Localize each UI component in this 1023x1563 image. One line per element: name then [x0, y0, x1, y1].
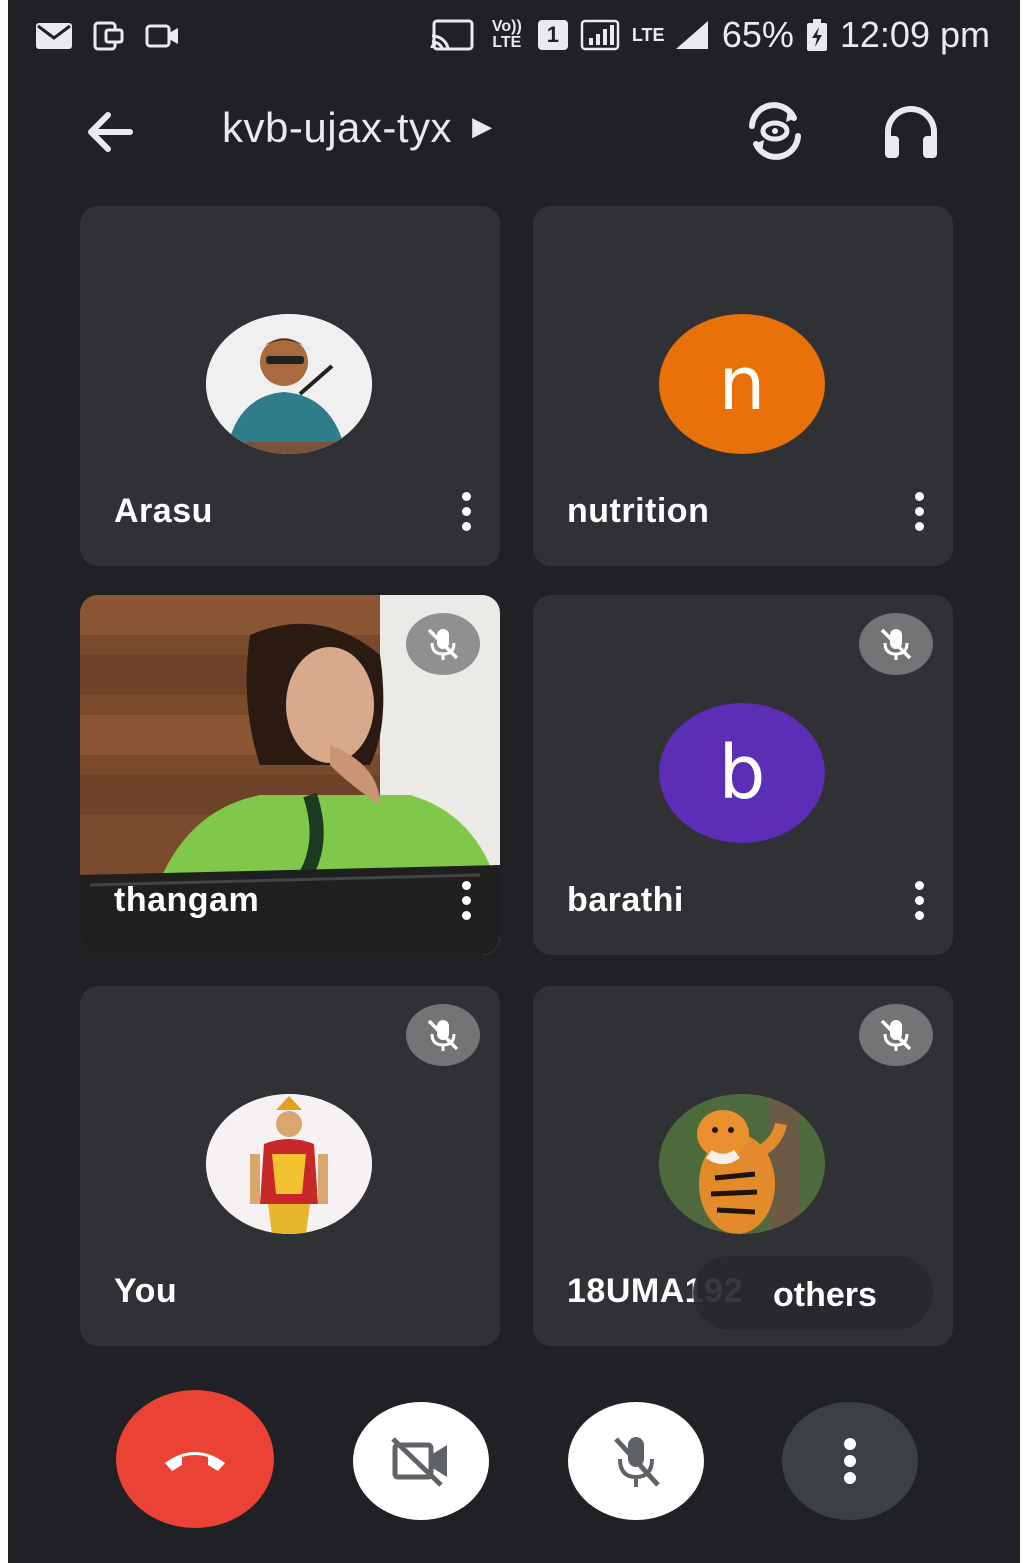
participant-name: barathi — [567, 881, 684, 919]
more-options-icon[interactable] — [909, 881, 929, 925]
deity-photo-icon — [206, 1094, 372, 1234]
mic-off-icon — [427, 628, 459, 660]
participant-tile[interactable]: Arasu — [80, 206, 500, 566]
cell-signal-icon — [675, 21, 708, 49]
hang-up-icon — [165, 1452, 225, 1471]
more-options-icon[interactable] — [456, 881, 476, 925]
app-bar: kvb-ujax-tyx ▶ — [8, 88, 1020, 178]
person-photo-icon — [206, 314, 372, 454]
more-vert-icon — [844, 1438, 856, 1484]
avatar: b — [659, 703, 825, 843]
headphones-icon[interactable] — [878, 98, 944, 164]
more-options-icon[interactable] — [909, 492, 929, 536]
back-arrow-icon[interactable] — [80, 102, 140, 162]
mic-toggle-button[interactable] — [568, 1402, 704, 1520]
mic-off-icon — [880, 1019, 912, 1051]
clock: 12:09 pm — [839, 14, 990, 55]
mic-off-badge — [406, 1004, 480, 1066]
mic-off-icon — [614, 1437, 660, 1487]
avatar: n — [659, 314, 825, 454]
lte-icon: LTE — [631, 24, 665, 45]
participant-tile[interactable]: thangam — [80, 595, 500, 955]
tiger-photo-icon — [659, 1094, 825, 1234]
mail-icon — [36, 23, 72, 49]
participant-name: Arasu — [114, 492, 213, 530]
others-label: others — [773, 1276, 877, 1314]
battery-percent: 65% — [721, 14, 794, 55]
avatar — [659, 1094, 825, 1234]
participant-tile[interactable]: b barathi — [533, 595, 953, 955]
caret-right-icon: ▶ — [472, 111, 493, 142]
meet-screen: Vo)) LTE 1 LTE 65% 12:09 pm kvb-ujax-tyx… — [8, 0, 1020, 1563]
participant-tile[interactable]: 18UMA192 others — [533, 986, 953, 1346]
status-right-icons: Vo)) LTE 1 LTE 65% 12:09 pm — [430, 14, 990, 56]
status-bar: Vo)) LTE 1 LTE 65% 12:09 pm — [8, 0, 1020, 70]
end-call-button[interactable] — [116, 1390, 274, 1528]
participant-name: You — [114, 1272, 178, 1310]
camera-off-icon — [391, 1437, 447, 1487]
avatar-letter: b — [718, 730, 766, 816]
mic-off-badge — [406, 613, 480, 675]
more-options-button[interactable] — [782, 1402, 918, 1520]
participant-tile[interactable]: n nutrition — [533, 206, 953, 566]
video-notification-icon — [145, 24, 178, 48]
participant-tile[interactable]: You — [80, 986, 500, 1346]
mic-off-badge — [859, 613, 933, 675]
meeting-code-button[interactable]: kvb-ujax-tyx ▶ — [222, 104, 493, 152]
avatar — [206, 314, 372, 454]
signal-bars-icon — [580, 19, 620, 51]
meeting-code: kvb-ujax-tyx — [222, 104, 453, 151]
mic-off-icon — [880, 628, 912, 660]
mic-off-badge — [859, 1004, 933, 1066]
more-options-icon[interactable] — [456, 492, 476, 536]
switch-camera-icon[interactable] — [742, 98, 808, 164]
avatar-letter: n — [718, 341, 766, 427]
cast-icon — [430, 19, 474, 51]
screen-share-notification-icon — [93, 21, 124, 51]
participant-name: thangam — [114, 881, 260, 919]
volte-icon: Vo)) LTE — [491, 18, 522, 51]
sim-1-icon: 1 — [537, 20, 568, 50]
status-left-icons — [34, 20, 182, 52]
camera-toggle-button[interactable] — [353, 1402, 489, 1520]
battery-icon — [806, 19, 827, 51]
participant-name: nutrition — [567, 492, 710, 530]
mic-off-icon — [427, 1019, 459, 1051]
avatar — [206, 1094, 372, 1234]
